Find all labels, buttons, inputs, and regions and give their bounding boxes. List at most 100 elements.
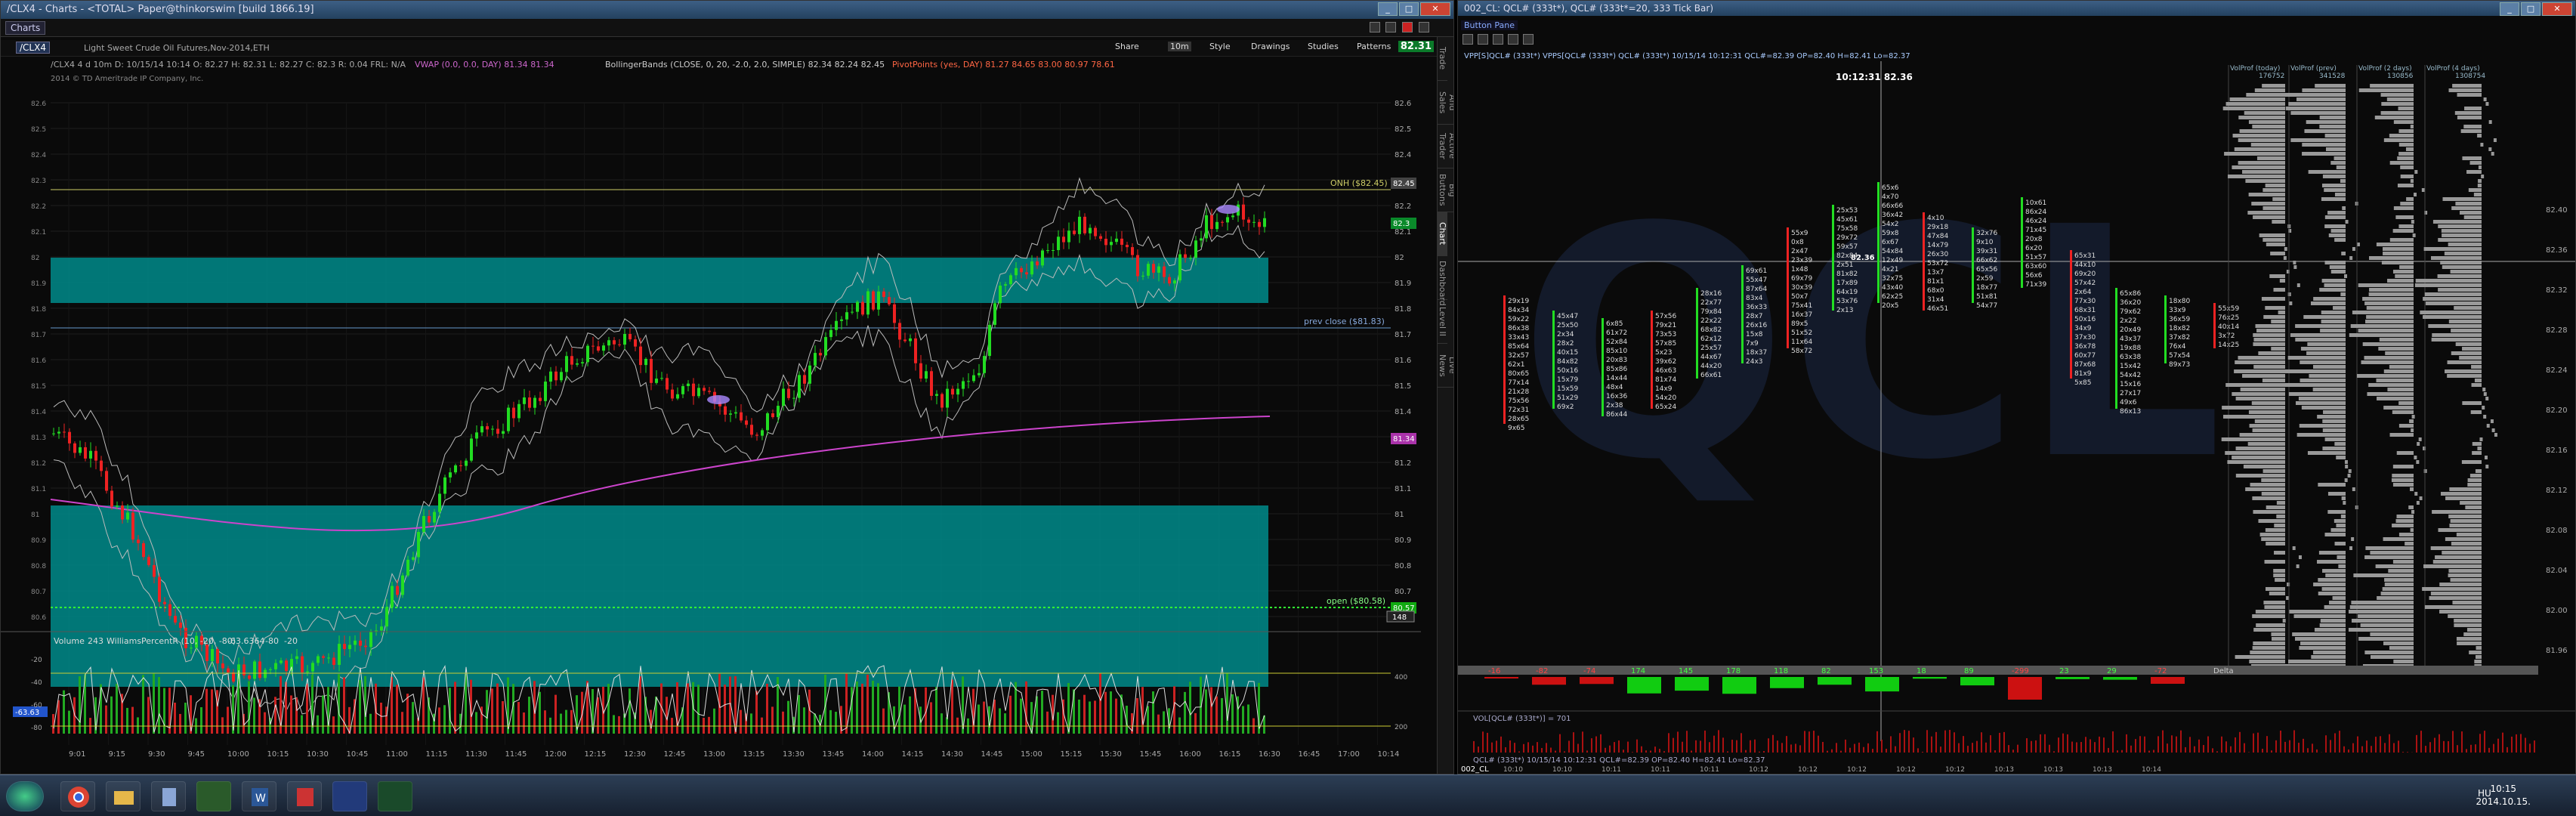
candle-body bbox=[94, 450, 97, 461]
volprof-bar bbox=[2246, 93, 2285, 97]
start-button[interactable] bbox=[6, 781, 44, 811]
settings-icon[interactable] bbox=[1523, 34, 1534, 45]
volprof-bar bbox=[2324, 533, 2346, 536]
zoom-out-icon[interactable] bbox=[1478, 34, 1488, 45]
patterns-button[interactable]: Patterns bbox=[1357, 42, 1391, 51]
drawings-button[interactable]: Drawings bbox=[1251, 42, 1290, 51]
qcl-time-tick: 10:12 bbox=[1847, 766, 1867, 774]
price-chart[interactable]: ONH ($82.45) prev close ($81.83) open ($… bbox=[1, 69, 1438, 760]
volprof-bar bbox=[2383, 641, 2414, 645]
sidebar-dashboard[interactable]: Dashboard bbox=[1438, 256, 1447, 306]
volume-bar bbox=[290, 695, 292, 734]
sidebar-big-buttons[interactable]: Big Buttons bbox=[1438, 168, 1453, 212]
volprof-bar bbox=[2451, 351, 2482, 355]
symbol-input[interactable]: /CLX4 bbox=[16, 42, 50, 54]
forward-icon[interactable] bbox=[1385, 21, 1397, 32]
volume-bar bbox=[935, 687, 937, 734]
volprof-bar bbox=[2266, 243, 2285, 246]
footprint-cell: 86x38 bbox=[1508, 325, 1530, 332]
sidebar-chart[interactable]: Chart bbox=[1438, 212, 1447, 256]
price-tick: 81 bbox=[1395, 511, 1404, 519]
footprint-cell: 16x37 bbox=[1791, 311, 1812, 319]
volprof-bar bbox=[2398, 401, 2414, 405]
volprof-bar bbox=[2368, 292, 2414, 296]
volprof-bar bbox=[2452, 601, 2482, 604]
thinkorswim-icon[interactable] bbox=[332, 781, 367, 811]
volprof-bar bbox=[2395, 274, 2414, 278]
record-icon[interactable] bbox=[1402, 21, 1413, 32]
qcl-close-button[interactable]: ✕ bbox=[2542, 2, 2572, 16]
button-pane[interactable]: Button Pane bbox=[1461, 20, 1518, 30]
price-tick-left: 82.3 bbox=[31, 178, 46, 185]
qcl-app-icon[interactable] bbox=[378, 781, 412, 811]
volprof-bar bbox=[2330, 270, 2346, 274]
footprint-chart[interactable]: QCL 10:12:31 82.36 82.36 29x1984x3459x22… bbox=[1458, 61, 2576, 774]
candle-body bbox=[1157, 266, 1160, 273]
onh-annotation: ONH ($82.45) bbox=[1330, 178, 1388, 188]
williams-value: -63.6364 bbox=[227, 636, 264, 646]
candle-body bbox=[380, 626, 383, 631]
footprint-candle bbox=[1877, 182, 1879, 303]
qcl-volume-bar bbox=[1845, 739, 1846, 753]
notepad-icon[interactable] bbox=[151, 781, 186, 811]
candle-body bbox=[502, 431, 505, 434]
trading-app-icon[interactable] bbox=[196, 781, 231, 811]
volume-bar bbox=[554, 694, 557, 734]
volprof-bar bbox=[2423, 297, 2482, 301]
volume-box: 148 bbox=[1392, 614, 1407, 622]
qcl-volume-bar bbox=[2225, 741, 2227, 753]
qcl-maximize-button[interactable]: □ bbox=[2521, 2, 2540, 16]
zoom-in-icon[interactable] bbox=[1463, 34, 1473, 45]
sidebar-level-ii[interactable]: Level II bbox=[1438, 300, 1447, 344]
system-clock[interactable]: 10:15 2014.10.15. bbox=[2476, 783, 2531, 808]
sidebar-times-and-sales[interactable]: Times And Sales bbox=[1438, 81, 1453, 125]
volprof-bar bbox=[2389, 238, 2414, 242]
volprof-bar bbox=[2349, 256, 2353, 260]
crosshair-icon[interactable] bbox=[1493, 34, 1503, 45]
volprof-bar bbox=[2463, 125, 2482, 128]
volume-bar bbox=[978, 704, 980, 734]
word-icon[interactable]: W bbox=[242, 781, 276, 811]
candle-body bbox=[539, 397, 542, 401]
volprof-bar bbox=[2450, 270, 2482, 274]
qcl-minimize-button[interactable]: _ bbox=[2500, 2, 2519, 16]
footprint-cell: 44x20 bbox=[1700, 363, 1722, 370]
sidebar-active-trader[interactable]: Active Trader bbox=[1438, 125, 1453, 168]
link-icon[interactable] bbox=[1419, 21, 1429, 32]
volprof-bar bbox=[2349, 546, 2353, 550]
close-button[interactable]: ✕ bbox=[1420, 2, 1450, 16]
volprof-bar bbox=[2247, 442, 2285, 446]
volprof-bar bbox=[2398, 129, 2414, 133]
qcl-volume-bar bbox=[1713, 735, 1715, 753]
pdf-icon[interactable] bbox=[287, 781, 322, 811]
back-icon[interactable] bbox=[1369, 21, 1380, 32]
footprint-cell: 46x63 bbox=[1655, 367, 1676, 375]
qcl-volume-bar bbox=[1736, 740, 1737, 753]
share-button[interactable]: Share bbox=[1115, 42, 1139, 51]
sidebar-live-news[interactable]: Live News bbox=[1438, 344, 1453, 388]
candle-body bbox=[856, 301, 859, 312]
timeframe-button[interactable]: 10m bbox=[1168, 42, 1191, 51]
tab-charts[interactable]: Charts bbox=[5, 21, 46, 35]
explorer-icon[interactable] bbox=[106, 781, 141, 811]
qcl-time-tick: 10:13 bbox=[1994, 766, 2014, 774]
candle-body bbox=[1194, 240, 1197, 258]
footprint-cell: 75x41 bbox=[1791, 302, 1812, 310]
volprof-bar bbox=[2348, 610, 2414, 614]
candle-body bbox=[385, 607, 388, 627]
style-button[interactable]: Style bbox=[1209, 42, 1231, 51]
minimize-button[interactable]: _ bbox=[1378, 2, 1398, 16]
sidebar-trade[interactable]: Trade bbox=[1438, 37, 1447, 81]
volprof-bar bbox=[2320, 329, 2346, 332]
volprof-bar bbox=[2392, 270, 2414, 274]
studies-button[interactable]: Studies bbox=[1308, 42, 1339, 51]
pan-icon[interactable] bbox=[1508, 34, 1518, 45]
volume-bar bbox=[983, 701, 985, 734]
chrome-icon[interactable] bbox=[60, 781, 95, 811]
time-tick: 10:45 bbox=[347, 750, 369, 759]
qcl-volume-bar bbox=[1940, 746, 1941, 753]
footprint-cell: 57x54 bbox=[2169, 352, 2191, 360]
maximize-button[interactable]: □ bbox=[1399, 2, 1419, 16]
volume-bar bbox=[1152, 691, 1154, 734]
volprof-bar bbox=[2334, 193, 2346, 196]
